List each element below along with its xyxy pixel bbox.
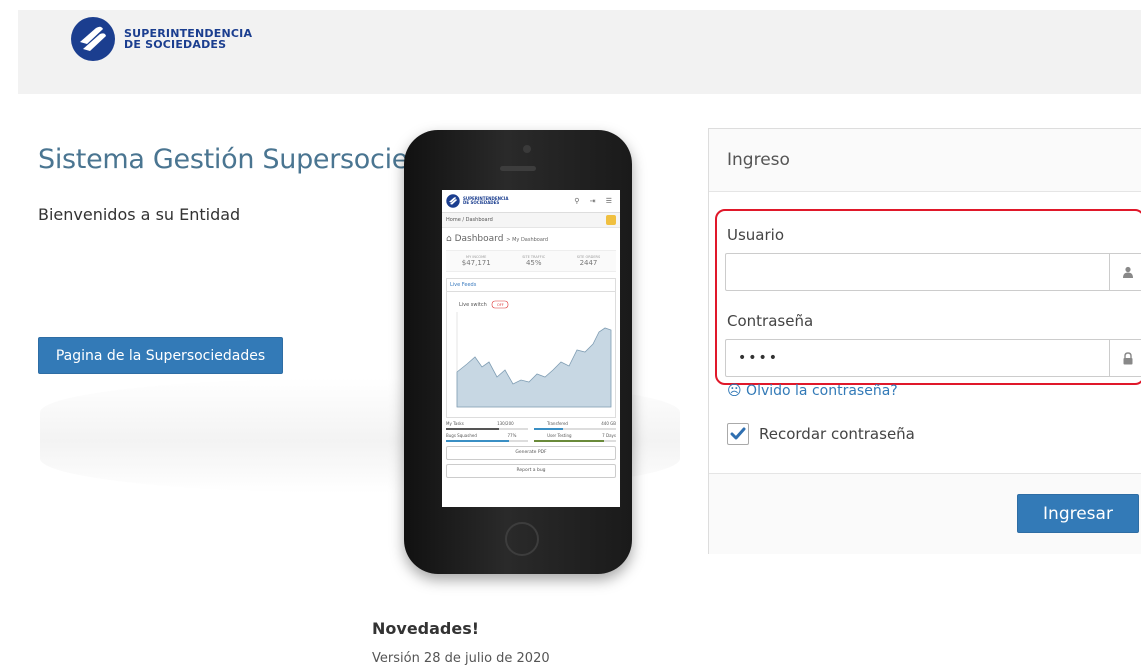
phone-home-button [505, 522, 539, 556]
screen-progress-label: My Tasks [446, 421, 464, 426]
supersociedades-logo[interactable]: SUPERINTENDENCIA DE SOCIEDADES [70, 16, 252, 62]
screen-stat: SITE ORDERS 2447 [577, 255, 600, 267]
username-label: Usuario [727, 226, 785, 244]
screen-progress-value: 7 Days [602, 433, 616, 438]
screen-feeds-tab: Live Feeds [446, 278, 616, 292]
screen-chart-svg: Live switch OFF [456, 300, 612, 408]
screen-dashboard-title: ⌂ Dashboard > My Dashboard [442, 228, 620, 250]
screen-logo-line2: DE SOCIEDADES [463, 200, 500, 205]
screen-progress-value: 440 GB [601, 421, 616, 426]
screen-stats: MY INCOME $47,171 SITE TRAFFIC 45% SITE … [446, 250, 616, 272]
checkmark-icon [730, 427, 746, 440]
logo-text: SUPERINTENDENCIA DE SOCIEDADES [124, 28, 252, 50]
news-title: Novedades! [372, 619, 480, 638]
supersociedades-page-button[interactable]: Pagina de la Supersociedades [38, 337, 283, 374]
logo-mark-icon [71, 17, 115, 61]
screen-progress-bar [446, 428, 528, 430]
phone-mockup: SUPERINTENDENCIA DE SOCIEDADES ⚲ ⇥ ☰ Hom… [404, 130, 632, 574]
screen-dashboard-sub: > My Dashboard [506, 237, 549, 243]
remember-password-option[interactable]: Recordar contraseña [727, 423, 915, 445]
screen-progress-track-row [446, 438, 616, 442]
screen-generate-pdf-button: Generate PDF [446, 446, 616, 460]
screen-stat: MY INCOME $47,171 [462, 255, 491, 267]
screen-progress-fill [534, 428, 563, 430]
screen-progress-fill [534, 440, 604, 442]
screen-progress-fill [446, 428, 500, 430]
screen-breadcrumb: Home / Dashboard [442, 213, 620, 228]
screen-progress-bars: My Tasks 130/200 Transfered 440 GB Bugs … [446, 421, 616, 442]
password-input[interactable] [726, 340, 1109, 376]
login-heading: Ingreso [709, 129, 1141, 192]
screen-breadcrumb-text: Home / Dashboard [446, 217, 493, 223]
remember-password-label: Recordar contraseña [759, 425, 915, 443]
welcome-text: Bienvenidos a su Entidad [38, 205, 241, 224]
forgot-password-link[interactable]: ☹ Olvido la contraseña? [727, 383, 898, 399]
screen-feeds-label: Live Feeds [450, 282, 477, 288]
screen-logo-text: SUPERINTENDENCIA DE SOCIEDADES [463, 197, 508, 205]
news-version: Versión 28 de julio de 2020 [372, 651, 550, 666]
screen-chart-area [456, 327, 612, 408]
screen-gear-icon [606, 215, 616, 225]
screen-area-chart: Live switch OFF [446, 292, 616, 418]
screen-progress-bar [534, 440, 616, 442]
screen-progress-value: 77% [507, 433, 517, 438]
screen-progress-label: User Testing [547, 433, 572, 438]
screen-report-bug-button: Report a bug [446, 464, 616, 478]
screen-menu-icons: ⚲ ⇥ ☰ [574, 197, 616, 205]
screen-progress-label: Bugs Squashed [446, 433, 477, 438]
password-field-group [725, 339, 1141, 377]
screen-home-icon: ⌂ [446, 234, 452, 244]
user-icon [1109, 254, 1141, 290]
screen-progress-track-row [446, 426, 616, 430]
screen-topbar: SUPERINTENDENCIA DE SOCIEDADES ⚲ ⇥ ☰ [442, 190, 620, 213]
top-header: SUPERINTENDENCIA DE SOCIEDADES [18, 10, 1141, 94]
screen-stat-value: 45% [525, 259, 542, 267]
login-panel: Ingreso Usuario Contraseña ☹ Olvido la c… [708, 128, 1141, 554]
login-submit-button[interactable]: Ingresar [1017, 494, 1139, 533]
screen-progress-bar [446, 440, 528, 442]
screen-progress-fill [446, 440, 510, 442]
screen-progress-value: 130/200 [497, 421, 514, 426]
phone-speaker [500, 166, 536, 171]
screen-stat-value: $47,171 [461, 259, 491, 267]
screen-stat-value: 2447 [579, 259, 598, 267]
username-field-group [725, 253, 1141, 291]
phone-screen: SUPERINTENDENCIA DE SOCIEDADES ⚲ ⇥ ☰ Hom… [442, 190, 620, 507]
screen-live-switch-state: OFF [497, 303, 504, 307]
screen-progress-label: Transfered [546, 421, 568, 426]
phone-camera [523, 145, 531, 153]
logo-line2: DE SOCIEDADES [124, 38, 227, 51]
screen-dashboard-label: Dashboard [454, 234, 504, 244]
screen-live-switch-label: Live switch [459, 302, 487, 308]
lock-icon [1109, 340, 1141, 376]
screen-progress-bar [534, 428, 616, 430]
screen-logo-icon [446, 194, 460, 208]
screen-stat: SITE TRAFFIC 45% [522, 255, 545, 267]
password-label: Contraseña [727, 312, 814, 330]
username-input[interactable] [726, 254, 1109, 290]
remember-password-checkbox[interactable] [727, 423, 749, 445]
